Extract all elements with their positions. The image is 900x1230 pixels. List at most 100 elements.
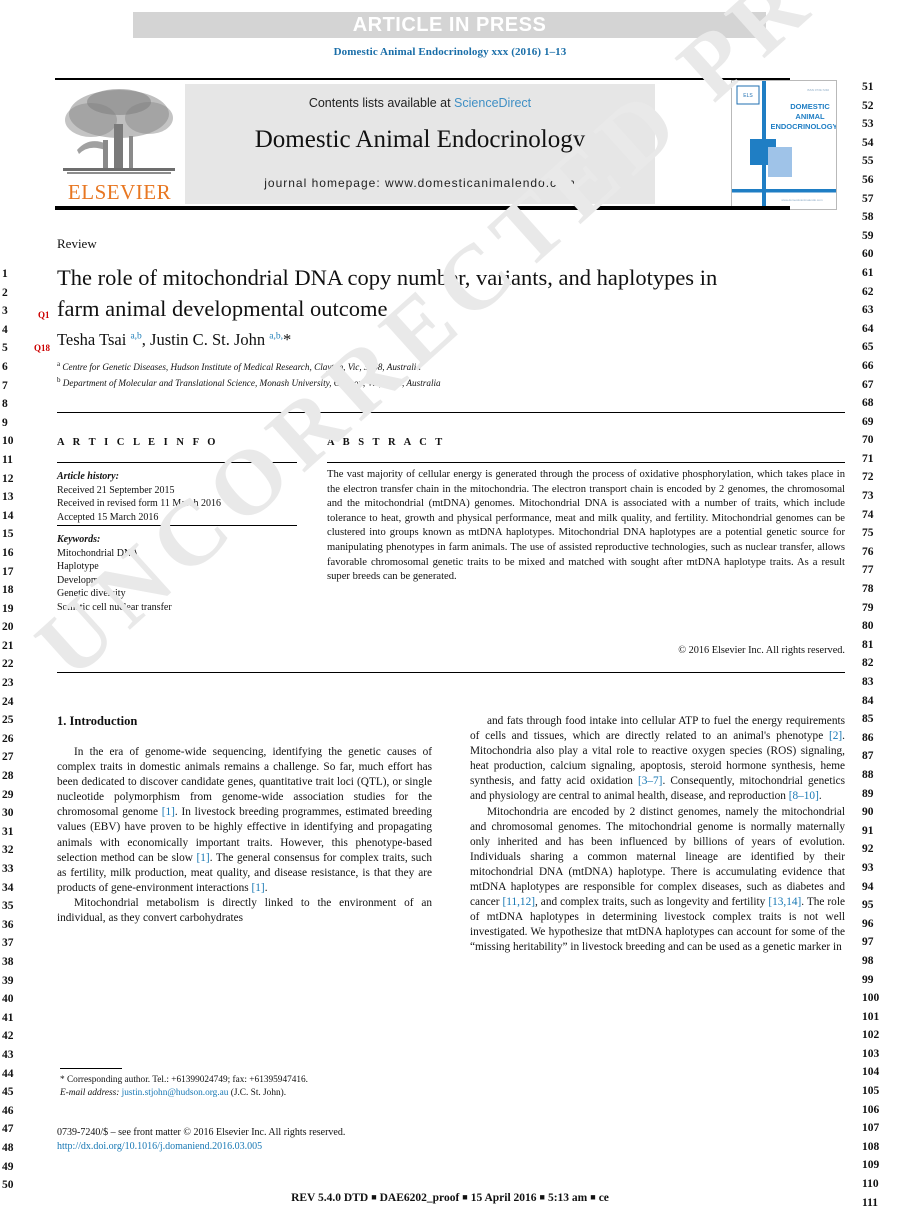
line-number: 110	[862, 1178, 879, 1191]
sciencedirect-link[interactable]: ScienceDirect	[454, 96, 531, 110]
line-number: 104	[862, 1066, 880, 1079]
line-number: 17	[2, 565, 14, 578]
elsevier-tree-icon	[63, 89, 175, 174]
info-rule-bottom	[57, 525, 297, 526]
line-number: 66	[862, 359, 874, 372]
line-number: 109	[862, 1159, 880, 1172]
line-number: 101	[862, 1010, 880, 1023]
line-number: 106	[862, 1103, 880, 1116]
doi-link[interactable]: http://dx.doi.org/10.1016/j.domaniend.20…	[57, 1140, 477, 1154]
keyword-item: Mitochondrial DNA	[57, 547, 139, 559]
footer-separator-icon: ■	[539, 1192, 545, 1202]
line-number: 96	[862, 917, 874, 930]
keyword-item: Somatic cell nuclear transfer	[57, 601, 172, 613]
line-number: 70	[862, 434, 874, 447]
line-number: 28	[2, 770, 14, 783]
line-number: 44	[2, 1067, 14, 1080]
footer-part: 5:13 am	[547, 1192, 588, 1204]
journal-masthead: ELSEVIER Contents lists available at Sci…	[55, 78, 845, 210]
line-number: 47	[2, 1123, 14, 1136]
line-number: 92	[862, 843, 874, 856]
line-number: 14	[2, 509, 14, 522]
line-number: 99	[862, 973, 874, 986]
line-number: 102	[862, 1029, 880, 1042]
line-number: 105	[862, 1085, 880, 1098]
footnote-block: * Corresponding author. Tel.: +613990247…	[60, 1074, 440, 1099]
line-number: 58	[862, 211, 874, 224]
line-number: 36	[2, 918, 14, 931]
affiliations: a Centre for Genetic Diseases, Hudson In…	[57, 358, 797, 390]
line-number: 80	[862, 620, 874, 633]
line-number: 25	[2, 714, 14, 727]
footer-part: ce	[598, 1192, 609, 1204]
line-number: 60	[862, 248, 874, 261]
line-number: 95	[862, 899, 874, 912]
keywords-block: Keywords: Mitochondrial DNA Haplotype De…	[57, 533, 297, 614]
citation-ref[interactable]: [1]	[197, 852, 210, 864]
line-number: 19	[2, 602, 14, 615]
line-number: 33	[2, 863, 14, 875]
article-history-block: Article history: Received 21 September 2…	[57, 470, 297, 524]
email-link[interactable]: justin.stjohn@hudson.org.au	[122, 1088, 229, 1098]
line-number: 7	[2, 379, 8, 392]
svg-text:www.domesticanimalendo.com: www.domesticanimalendo.com	[781, 198, 823, 202]
section-heading-introduction: 1. Introduction	[57, 714, 138, 728]
line-number: 55	[862, 155, 874, 168]
line-number: 77	[862, 564, 874, 577]
citation-ref[interactable]: [1]	[162, 806, 175, 818]
article-type-kicker: Review	[57, 236, 97, 251]
author-list: Tesha Tsai a,b, Justin C. St. John a,b,*	[57, 330, 292, 349]
line-number: 74	[862, 508, 874, 521]
line-number: 43	[2, 1048, 14, 1061]
query-marker-q1[interactable]: Q1	[38, 310, 50, 320]
line-number: 29	[2, 788, 14, 801]
line-number: 27	[2, 751, 14, 764]
line-number: 57	[862, 192, 874, 205]
journal-homepage-line[interactable]: journal homepage: www.domesticanimalendo…	[185, 176, 655, 190]
article-info-heading: A R T I C L E I N F O	[57, 437, 219, 448]
line-number: 62	[862, 285, 874, 298]
line-number: 69	[862, 415, 874, 428]
line-number: 20	[2, 621, 14, 634]
info-rule-top	[57, 462, 297, 463]
body-paragraph: Mitochondria are encoded by 2 distinct g…	[470, 805, 845, 954]
body-paragraph: In the era of genome-wide sequencing, id…	[57, 746, 432, 894]
line-number: 71	[862, 452, 874, 465]
line-number: 35	[2, 900, 14, 913]
line-number: 86	[862, 731, 874, 744]
line-number: 94	[862, 880, 874, 893]
line-number: 61	[862, 266, 874, 279]
svg-text:ISSN 0739-7240: ISSN 0739-7240	[807, 88, 830, 92]
copyright-line: © 2016 Elsevier Inc. All rights reserved…	[678, 645, 845, 656]
line-number: 73	[862, 490, 874, 503]
corresponding-author-note: * Corresponding author. Tel.: +613990247…	[60, 1075, 309, 1085]
line-number: 38	[2, 955, 14, 968]
query-marker-q18[interactable]: Q18	[34, 343, 50, 353]
citation-ref[interactable]: [13,14]	[768, 896, 801, 908]
citation-ref[interactable]: [3–7]	[638, 775, 662, 787]
line-number: 9	[2, 416, 8, 429]
line-number: 52	[862, 99, 874, 112]
line-number: 11	[2, 453, 13, 466]
line-number: 53	[862, 118, 874, 131]
citation-ref[interactable]: [8–10]	[789, 790, 819, 802]
line-number: 82	[862, 657, 874, 670]
body-paragraph: Mitochondrial metabolism is directly lin…	[57, 896, 432, 925]
contents-prefix: Contents lists available at	[308, 96, 455, 110]
line-number: 5	[2, 342, 8, 355]
line-number: 42	[2, 1030, 14, 1043]
email-suffix: (J.C. St. John).	[230, 1087, 287, 1098]
citation-ref[interactable]: [2]	[829, 730, 842, 742]
line-number: 56	[862, 173, 874, 186]
line-number: 64	[862, 322, 874, 335]
citation-ref[interactable]: [11,12]	[502, 896, 535, 908]
head-divider-rule	[57, 412, 845, 413]
line-number: 23	[2, 677, 14, 690]
masthead-rule-top	[55, 78, 790, 80]
citation-ref[interactable]: [1]	[252, 882, 265, 894]
cover-line-3: ENDOCRINOLOGY	[770, 122, 836, 131]
email-note: E-mail address: justin.stjohn@hudson.org…	[60, 1087, 440, 1100]
line-number: 12	[2, 472, 14, 485]
line-number: 72	[862, 471, 874, 484]
keyword-item: Genetic diversity	[57, 588, 126, 599]
